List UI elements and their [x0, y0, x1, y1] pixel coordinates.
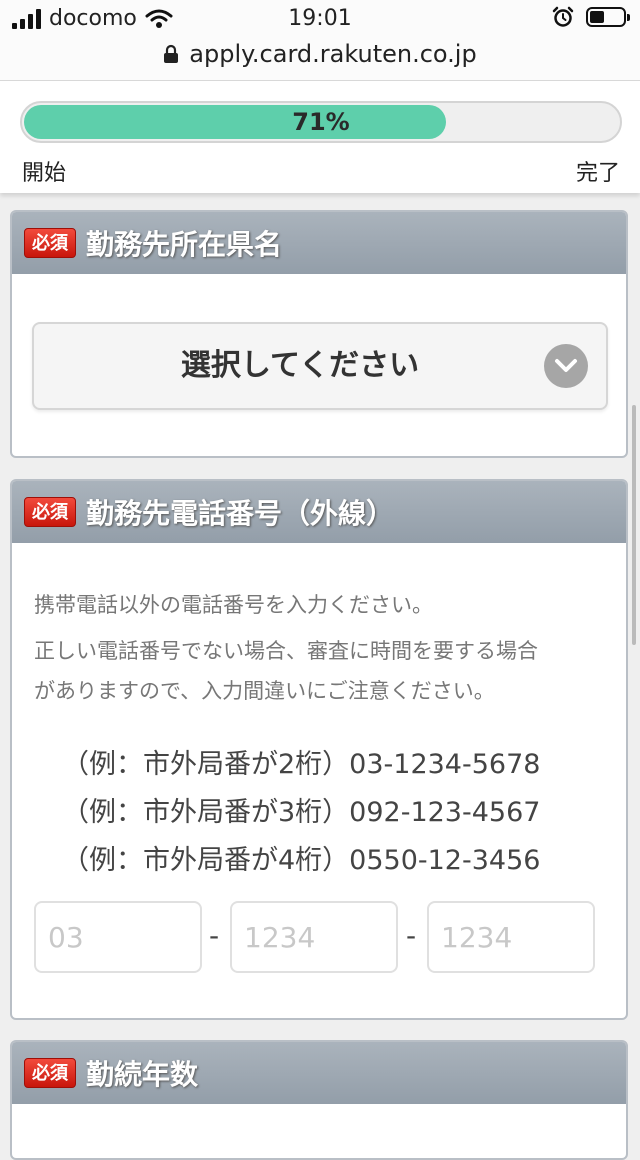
example-line: （例：市外局番が4桁）0550-12-3456 — [62, 845, 541, 876]
phone-separator: - — [406, 919, 417, 952]
phone-last-input[interactable] — [427, 901, 595, 973]
battery-icon — [586, 7, 630, 27]
select-placeholder: 選択してください — [180, 348, 420, 383]
battery-level — [590, 11, 604, 23]
status-right — [552, 6, 630, 28]
phone-middle-input[interactable] — [230, 901, 398, 973]
alarm-icon — [552, 6, 574, 27]
progress-start-label: 開始 — [22, 161, 67, 186]
example-line: （例：市外局番が2桁）03-1234-5678 — [62, 749, 541, 780]
note-line: がありますので、入力間違いにご注意ください。 — [34, 679, 495, 703]
note-line: 携帯電話以外の電話番号を入力ください。 — [34, 593, 433, 617]
section-workplace-prefecture: 必須 勤務先所在県名 選択してください — [10, 210, 628, 458]
section-header: 必須 勤続年数 — [12, 1042, 626, 1104]
section-years-employed: 必須 勤続年数 — [10, 1040, 628, 1160]
required-badge: 必須 — [24, 1058, 76, 1088]
progress-end-label: 完了 — [575, 161, 620, 186]
section-header: 必須 勤務先所在県名 — [12, 212, 626, 274]
section-header: 必須 勤務先電話番号（外線） — [12, 481, 626, 543]
section-title: 勤続年数 — [86, 1058, 199, 1091]
example-line: （例：市外局番が3桁）092-123-4567 — [62, 797, 541, 828]
status-time: 19:01 — [288, 6, 352, 31]
section-title: 勤務先電話番号（外線） — [86, 497, 395, 530]
url-text: apply.card.rakuten.co.jp — [189, 40, 477, 68]
progress-percent: 71% — [292, 108, 350, 136]
required-badge: 必須 — [24, 228, 76, 258]
phone-separator: - — [209, 919, 220, 952]
required-badge: 必須 — [24, 497, 76, 527]
phone-area-code-input[interactable] — [34, 901, 202, 973]
note-line: 正しい電話番号でない場合、審査に時間を要する場合 — [34, 639, 538, 663]
section-title: 勤務先所在県名 — [86, 228, 283, 261]
scrollbar[interactable] — [632, 405, 636, 645]
address-bar[interactable]: apply.card.rakuten.co.jp — [0, 40, 640, 68]
section-workplace-phone: 必須 勤務先電話番号（外線） 携帯電話以外の電話番号を入力ください。 正しい電話… — [10, 479, 628, 1020]
chevron-down-icon — [544, 344, 588, 388]
prefecture-select[interactable]: 選択してください — [32, 322, 608, 410]
progress-bar: 71% — [20, 101, 622, 143]
progress-area: 71% 開始 完了 — [0, 81, 640, 193]
lock-icon — [164, 44, 179, 63]
status-bar: docomo 19:01 apply.card.rakuten.co.jp — [0, 0, 640, 81]
